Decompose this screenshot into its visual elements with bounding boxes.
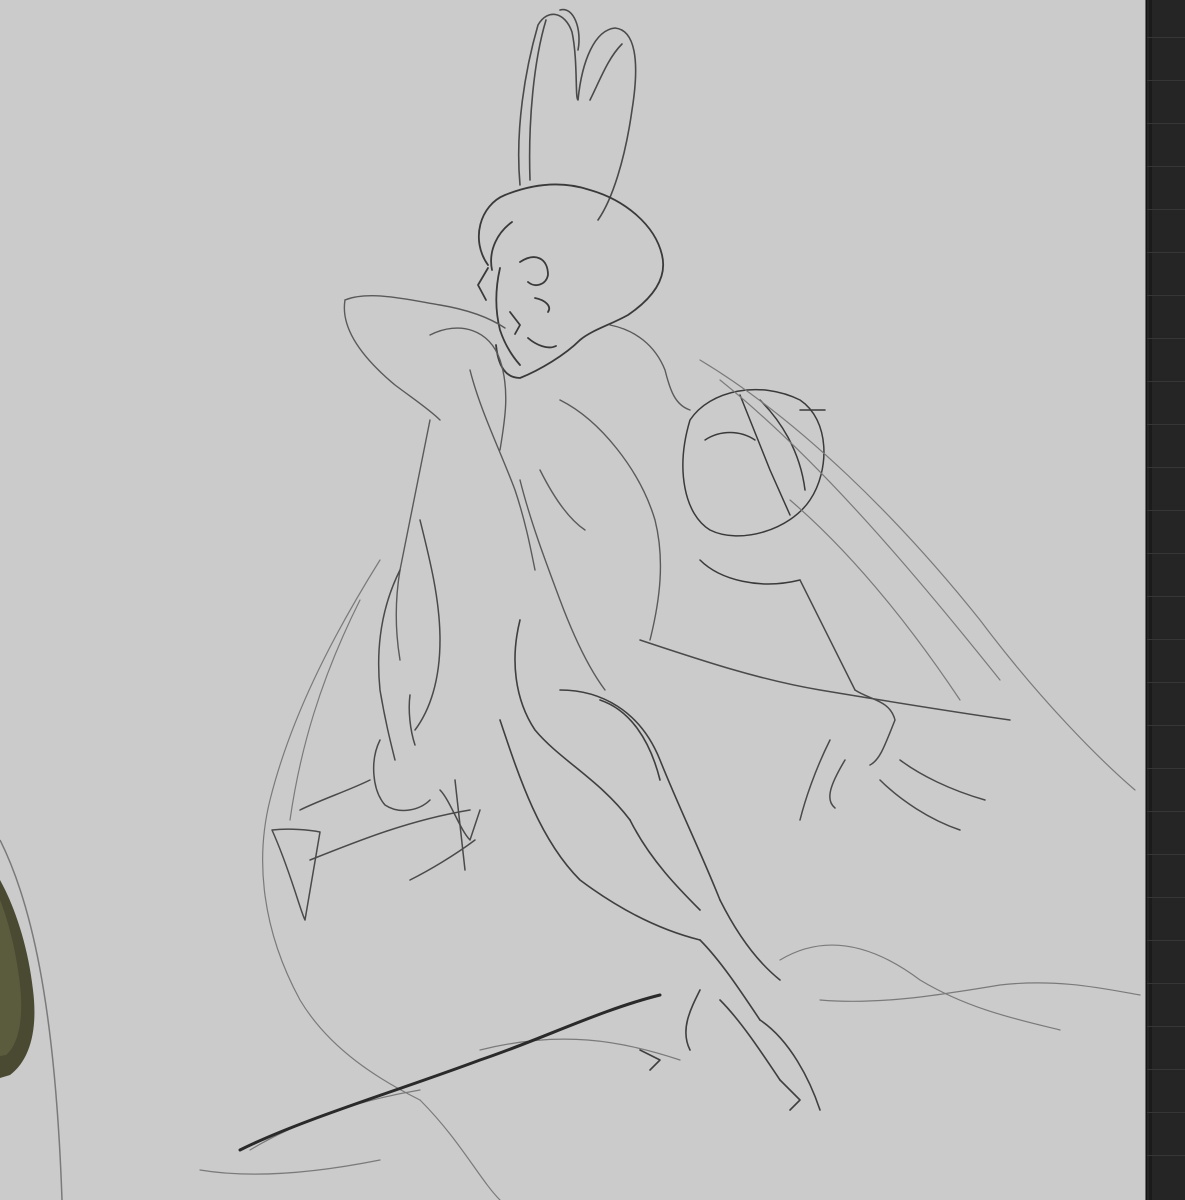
canvas-background <box>0 0 1146 1200</box>
panel-scrollbar[interactable] <box>1149 0 1152 1200</box>
panel-divider <box>1147 424 1185 425</box>
panel-divider <box>1147 596 1185 597</box>
panel-divider <box>1147 940 1185 941</box>
panel-divider <box>1147 1026 1185 1027</box>
canvas-document[interactable] <box>0 0 1146 1200</box>
panel-divider <box>1147 467 1185 468</box>
panel-divider <box>1147 166 1185 167</box>
drawing-app-window <box>0 0 1185 1200</box>
panel-divider <box>1147 295 1185 296</box>
panel-divider <box>1147 338 1185 339</box>
panel-divider <box>1147 80 1185 81</box>
panel-divider <box>1147 252 1185 253</box>
panel-divider <box>1147 381 1185 382</box>
panel-divider <box>1147 510 1185 511</box>
panel-divider <box>1147 682 1185 683</box>
right-dock-panel[interactable] <box>1146 0 1185 1200</box>
panel-divider <box>1147 897 1185 898</box>
panel-divider <box>1147 1069 1185 1070</box>
panel-divider <box>1147 553 1185 554</box>
panel-divider <box>1147 768 1185 769</box>
panel-divider <box>1147 854 1185 855</box>
panel-divider <box>1147 123 1185 124</box>
panel-divider <box>1147 725 1185 726</box>
canvas-viewport[interactable] <box>0 0 1146 1200</box>
panel-divider <box>1147 983 1185 984</box>
panel-divider <box>1147 1155 1185 1156</box>
panel-divider <box>1147 1112 1185 1113</box>
panel-divider <box>1147 209 1185 210</box>
panel-divider <box>1147 811 1185 812</box>
panel-divider <box>1147 37 1185 38</box>
panel-divider <box>1147 639 1185 640</box>
